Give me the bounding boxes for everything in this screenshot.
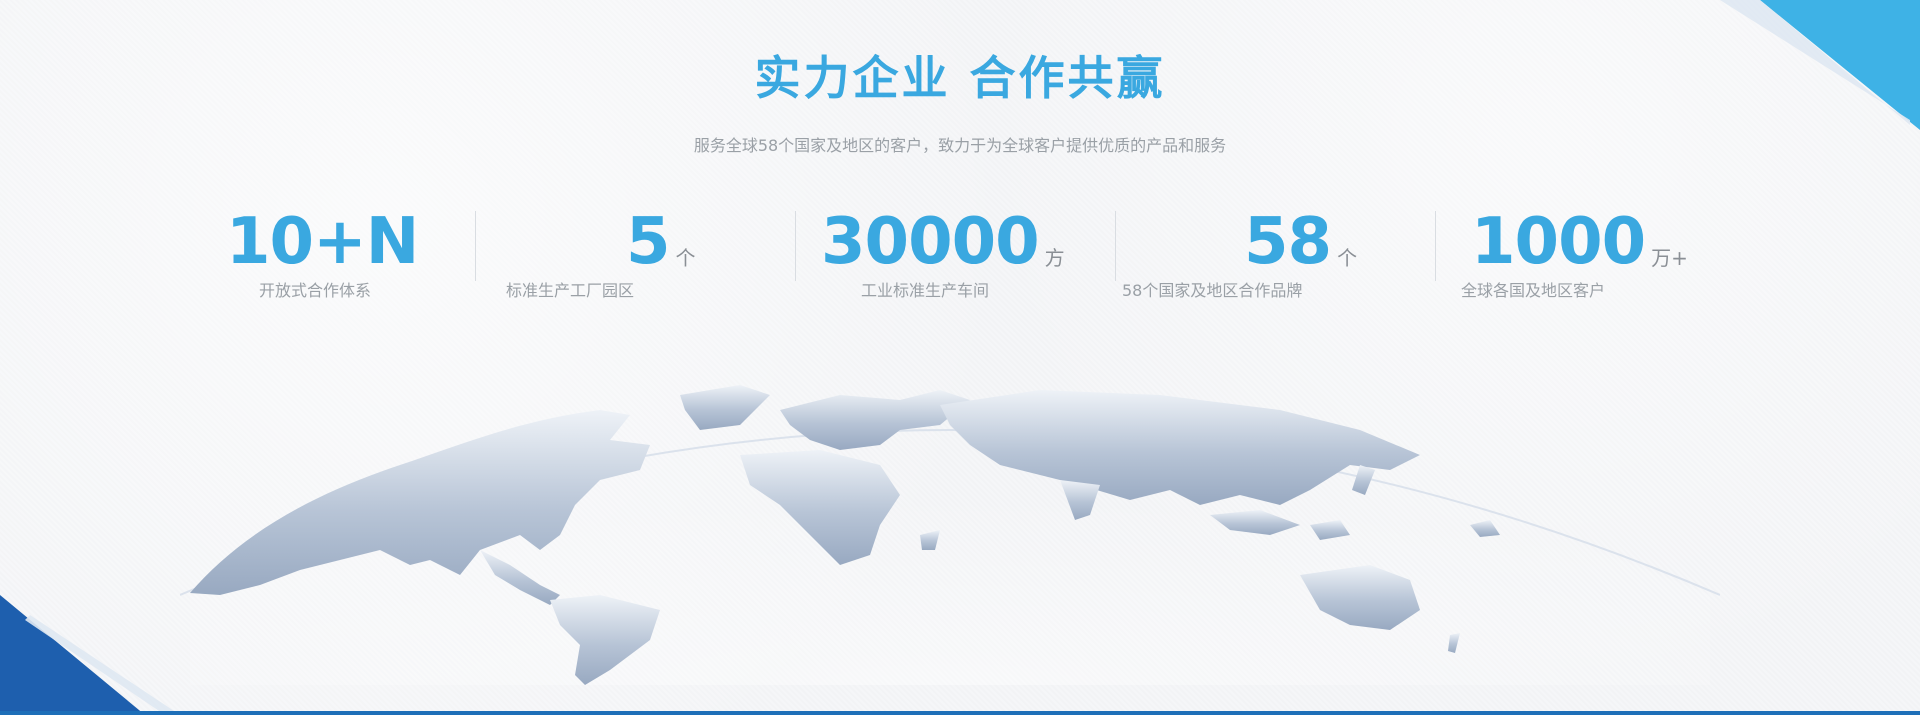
stats-row: 10+N 开放式合作体系 5 个 标准生产工厂园区 30000 方 工业标准生产… (156, 205, 1756, 305)
stat-unit: 方 (1044, 246, 1065, 270)
corner-decoration-bottom-left (0, 595, 180, 715)
stat-label: 全球各国及地区客户 (1461, 281, 1606, 300)
stat-value: 1000 (1471, 205, 1646, 279)
stat-unit: 个 (1337, 246, 1358, 270)
page-subtitle: 服务全球58个国家及地区的客户，致力于为全球客户提供优质的产品和服务 (693, 136, 1227, 155)
stat-value: 58 (1244, 205, 1332, 279)
stat-label: 标准生产工厂园区 (506, 281, 635, 300)
stat-value: 5 (626, 205, 671, 279)
page-title: 实力企业 合作共赢 (754, 51, 1166, 105)
stat-divider (1435, 211, 1436, 281)
stat-unit: 万+ (1651, 246, 1688, 270)
stat-label: 开放式合作体系 (259, 281, 372, 300)
stat-label: 58个国家及地区合作品牌 (1122, 281, 1303, 300)
bottom-border (0, 711, 1920, 715)
stat-value: 30000 (821, 205, 1040, 279)
stat-divider (475, 211, 476, 281)
stat-divider (795, 211, 796, 281)
stat-value: 10+N (226, 205, 419, 279)
stat-label: 工业标准生产车间 (861, 281, 990, 300)
stat-divider (1115, 211, 1116, 281)
world-map-graphic (180, 385, 1720, 685)
stat-unit: 个 (675, 246, 696, 270)
